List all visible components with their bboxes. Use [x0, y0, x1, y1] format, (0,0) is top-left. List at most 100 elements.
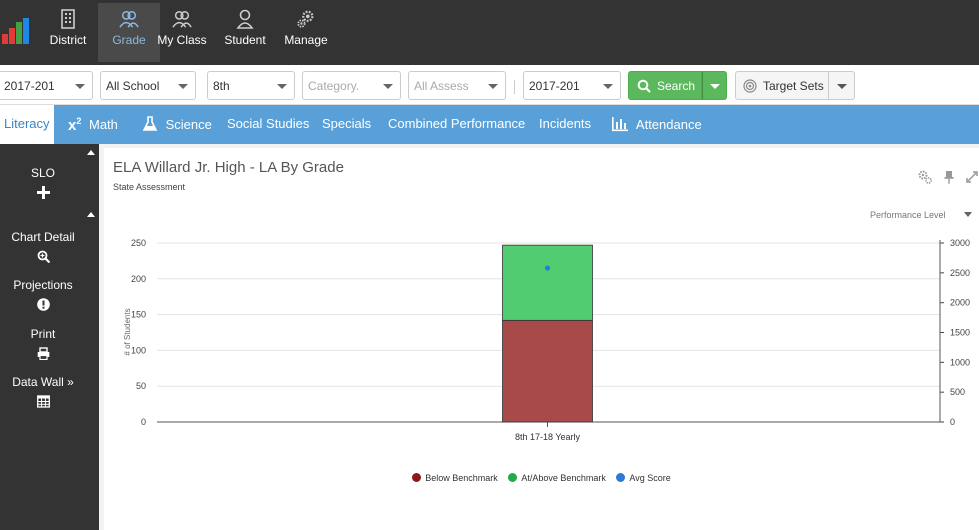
grade-value: 8th: [213, 79, 230, 93]
tab-label: Attendance: [635, 117, 702, 132]
assessment-select[interactable]: All Assess: [408, 71, 506, 100]
y-tick-label: 200: [131, 274, 146, 284]
panel-title: ELA Willard Jr. High - LA By Grade: [113, 159, 344, 176]
target-sets-button[interactable]: Target Sets: [735, 71, 829, 100]
logo-icon: [2, 18, 29, 44]
tab-label: Social Studies: [227, 116, 310, 131]
tab-specials[interactable]: Specials: [322, 105, 371, 144]
nav-my-class[interactable]: My Class: [151, 3, 213, 62]
y-tick-label: 150: [131, 310, 146, 320]
y2-tick-label: 500: [950, 387, 965, 397]
nav-label: My Class: [157, 33, 207, 47]
target-icon: [743, 79, 757, 93]
chevron-down-icon: [178, 84, 188, 89]
nav-label: District: [49, 33, 87, 47]
y2-tick-label: 1500: [950, 328, 970, 338]
chevron-down-icon: [710, 84, 720, 89]
legend-item-above[interactable]: At/Above Benchmark: [508, 473, 606, 483]
user-icon: [236, 9, 254, 29]
y-tick-label: 100: [131, 345, 146, 355]
tab-label: Specials: [322, 116, 372, 131]
year2-value: 2017-201: [529, 79, 580, 93]
sidebar-item-slo[interactable]: SLO: [0, 166, 86, 199]
building-icon: [61, 9, 75, 29]
nav-manage[interactable]: Manage: [275, 3, 337, 62]
users-icon: [119, 11, 139, 28]
chevron-down-icon: [488, 84, 498, 89]
y-tick-label: 50: [136, 381, 146, 391]
sidebar-item-data-wall[interactable]: Data Wall »: [0, 375, 86, 408]
bar-below-benchmark: [502, 319, 593, 423]
performance-level-label[interactable]: Performance Level: [870, 210, 946, 220]
exclamation-icon: [36, 298, 50, 311]
y2-tick-label: 0: [950, 417, 955, 427]
tab-label: Science: [165, 117, 212, 132]
tab-combined-performance[interactable]: Combined Performance: [388, 105, 525, 144]
legend-label: At/Above Benchmark: [521, 473, 606, 483]
sidebar-item-chart-detail[interactable]: Chart Detail: [0, 230, 86, 263]
year-value: 2017-201: [4, 79, 55, 93]
y2-tick-label: 2500: [950, 268, 970, 278]
collapse-up-icon[interactable]: [87, 212, 95, 217]
tab-social-studies[interactable]: Social Studies: [227, 105, 309, 144]
tab-label: Combined Performance: [388, 116, 526, 131]
sidebar-item-print[interactable]: Print: [0, 327, 86, 360]
tab-label: Literacy: [4, 116, 50, 131]
sidebar: SLO Chart Detail Projections Print Data: [0, 144, 99, 530]
legend-item-below[interactable]: Below Benchmark: [412, 473, 498, 483]
x-squared-icon: x2: [68, 116, 82, 134]
users-icon: [172, 11, 192, 28]
x-tick-label: 8th 17-18 Yearly: [515, 432, 581, 442]
tab-incidents[interactable]: Incidents: [539, 105, 591, 144]
search-icon: [637, 79, 651, 93]
y2-tick-label: 2000: [950, 298, 970, 308]
search-label: Search: [657, 79, 696, 93]
category-select[interactable]: Category.: [302, 71, 401, 100]
year-select[interactable]: 2017-201: [0, 71, 93, 100]
bar-chart-icon: [612, 117, 628, 132]
avg-score-point: [544, 265, 551, 271]
chevron-down-icon: [383, 84, 393, 89]
nav-district[interactable]: District: [37, 3, 99, 62]
settings-icon[interactable]: [918, 170, 932, 184]
y-axis-label: # of Students: [123, 308, 132, 355]
subject-tabs: Literacy x2 Math Science Social Studies …: [0, 105, 979, 144]
y-tick-label: 0: [141, 417, 146, 427]
tab-literacy[interactable]: Literacy: [0, 105, 54, 144]
legend-dot: [412, 473, 422, 482]
y-tick-label: 250: [131, 238, 146, 248]
legend-label: Below Benchmark: [425, 473, 498, 483]
expand-icon[interactable]: [965, 170, 979, 184]
gears-icon: [297, 10, 314, 28]
target-sets-dropdown-button[interactable]: [829, 71, 855, 100]
chevron-down-icon[interactable]: [964, 212, 972, 217]
tab-math[interactable]: x2 Math: [68, 105, 118, 144]
nav-student[interactable]: Student: [214, 3, 276, 62]
bar-at-above-benchmark: [502, 244, 593, 321]
grade-select[interactable]: 8th: [207, 71, 295, 100]
tab-attendance[interactable]: Attendance: [611, 105, 702, 144]
tab-science[interactable]: Science: [142, 105, 212, 144]
chart-panel: ELA Willard Jr. High - LA By Grade State…: [104, 148, 979, 530]
filter-bar: 2017-201 All School 8th Category. All As…: [0, 65, 979, 105]
search-dropdown-button[interactable]: [702, 71, 727, 100]
sidebar-item-projections[interactable]: Projections: [0, 278, 86, 311]
legend-label: Avg Score: [629, 473, 671, 483]
tab-label: Incidents: [539, 116, 592, 131]
collapse-up-icon[interactable]: [87, 150, 95, 155]
flask-icon: [142, 116, 158, 131]
pin-icon[interactable]: [942, 170, 956, 184]
chevron-down-icon: [837, 84, 847, 89]
target-sets-label: Target Sets: [763, 79, 824, 93]
chevron-down-icon: [603, 84, 613, 89]
nav-label: Manage: [284, 33, 328, 47]
search-button[interactable]: Search: [628, 71, 702, 100]
legend-item-avg[interactable]: Avg Score: [616, 473, 671, 483]
school-select[interactable]: All School: [100, 71, 196, 100]
divider: [514, 80, 515, 94]
assessment-placeholder: All Assess: [414, 79, 469, 93]
year-select-2[interactable]: 2017-201: [523, 71, 621, 100]
sidebar-item-label: Chart Detail: [11, 230, 75, 244]
sidebar-item-label: Print: [30, 327, 56, 341]
tab-label: Math: [88, 117, 118, 132]
